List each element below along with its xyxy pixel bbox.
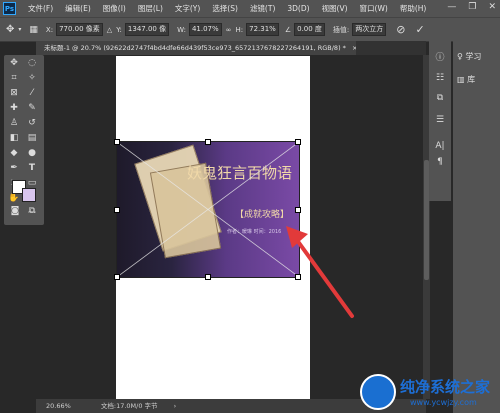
y-field[interactable]: 1347.00 像 — [124, 23, 170, 36]
annotation-arrow — [286, 226, 354, 318]
transform-handle[interactable] — [114, 207, 120, 213]
interpolation-select[interactable]: 两次立方 — [352, 23, 387, 36]
type-tool-icon[interactable]: T — [26, 162, 38, 174]
healing-brush-icon[interactable]: ✚ — [8, 102, 20, 114]
watermark-title: 纯净系统之家 — [400, 378, 491, 396]
paragraph-icon[interactable]: ¶ — [429, 155, 451, 169]
delta-icon[interactable]: △ — [107, 26, 112, 34]
minimize-icon[interactable]: — — [447, 2, 456, 12]
transform-handle[interactable] — [295, 207, 301, 213]
move-tool-icon[interactable]: ✥ — [8, 57, 20, 69]
menu-window[interactable]: 窗口(W) — [360, 3, 388, 14]
history-icon[interactable]: ☰ — [429, 113, 451, 127]
move-tool-icon[interactable]: ✥ — [6, 24, 14, 35]
document-tab-row: 未标题-1 @ 20.7% (92622d2747f4bd4dfe66d439f… — [36, 41, 426, 55]
learn-label: 学习 — [465, 52, 482, 61]
pen-tool-icon[interactable]: ✒ — [8, 162, 20, 174]
restore-icon[interactable]: ❐ — [468, 2, 476, 12]
menu-3d[interactable]: 3D(D) — [287, 4, 309, 13]
transform-handle[interactable] — [205, 274, 211, 280]
menu-bar: Ps 文件(F) 编辑(E) 图像(I) 图层(L) 文字(Y) 选择(S) 滤… — [0, 0, 500, 17]
menu-edit[interactable]: 编辑(E) — [65, 3, 91, 14]
lasso-tool-icon[interactable]: ◌ — [26, 57, 38, 69]
character-icon[interactable]: A| — [429, 139, 451, 153]
properties-icon[interactable]: ⧉ — [429, 91, 451, 105]
menu-select[interactable]: 选择(S) — [212, 3, 238, 14]
angle-field[interactable]: 0.00 度 — [294, 23, 325, 36]
menu-file[interactable]: 文件(F) — [28, 3, 53, 14]
chevron-down-icon[interactable]: ▾ — [18, 26, 21, 33]
watermark: 纯净系统之家 www.ycwjzy.com — [360, 372, 500, 413]
w-label: W: — [177, 25, 186, 34]
dodge-tool-icon[interactable]: ● — [26, 147, 38, 159]
y-label: Y: — [116, 25, 122, 34]
x-field[interactable]: 770.00 像素 — [56, 23, 103, 36]
lightbulb-icon: ♀ — [457, 52, 463, 61]
photoshop-logo-icon[interactable]: Ps — [3, 2, 16, 15]
stamp-tool-icon[interactable]: ♙ — [8, 117, 20, 129]
x-label: X: — [45, 25, 54, 34]
library-label: 库 — [467, 75, 476, 84]
link-icon[interactable]: ∞ — [226, 26, 232, 34]
eyedropper-icon[interactable]: ⁄ — [26, 87, 38, 99]
tab-close-icon[interactable]: × — [352, 44, 356, 52]
menu-layer[interactable]: 图层(L) — [138, 3, 163, 14]
library-panel-button[interactable]: ▥ 库 — [457, 74, 475, 85]
interpolation-label: 插值: — [332, 25, 350, 34]
transform-bounding-box[interactable] — [116, 141, 300, 278]
learn-library-panel: ♀ 学习 ▥ 库 — [453, 41, 500, 413]
transform-handle[interactable] — [114, 274, 120, 280]
document-size: 文档:17.0M/0 字节 — [100, 402, 158, 410]
h-label: H: — [235, 25, 244, 34]
screen-mode-icon[interactable]: ⧉ — [26, 205, 38, 217]
learn-panel-button[interactable]: ♀ 学习 — [457, 51, 481, 62]
h-field[interactable]: 72.31% — [246, 23, 279, 36]
reference-point-icon[interactable]: ▦ — [29, 25, 38, 35]
info-icon[interactable]: ⓘ — [429, 51, 451, 65]
blur-tool-icon[interactable]: ◆ — [8, 147, 20, 159]
panel-dock-icons: ⓘ ☷ ⧉ ☰ A| ¶ — [429, 41, 451, 201]
crop-tool-icon[interactable]: ⌗ — [8, 72, 20, 84]
library-icon: ▥ — [457, 75, 465, 84]
document-tab[interactable]: 未标题-1 @ 20.7% (92622d2747f4bd4dfe66d439f… — [36, 41, 356, 55]
menu-help[interactable]: 帮助(H) — [400, 3, 427, 14]
magic-wand-icon[interactable]: ✧ — [26, 72, 38, 84]
check-icon[interactable]: ✓ — [416, 23, 425, 36]
window-controls: — ❐ ✕ — [447, 2, 496, 12]
history-brush-icon[interactable]: ↺ — [26, 117, 38, 129]
frame-tool-icon[interactable]: ⊠ — [8, 87, 20, 99]
close-icon[interactable]: ✕ — [488, 2, 496, 12]
brush-tool-icon[interactable]: ✎ — [26, 102, 38, 114]
eraser-tool-icon[interactable]: ◧ — [8, 132, 20, 144]
background-color-swatch[interactable] — [22, 188, 36, 202]
quick-mask-icon[interactable]: ◙ — [9, 205, 21, 217]
watermark-url: www.ycwjzy.com — [410, 398, 477, 407]
zoom-level[interactable]: 20.66% — [46, 402, 71, 410]
menu-image[interactable]: 图像(I) — [103, 3, 126, 14]
options-bar: ✥ ▾ ▦ X: 770.00 像素 △ Y: 1347.00 像 W: 41.… — [0, 17, 500, 42]
menu-view[interactable]: 视图(V) — [322, 3, 348, 14]
transform-handle[interactable] — [295, 139, 301, 145]
w-field[interactable]: 41.07% — [188, 23, 222, 36]
adjustments-icon[interactable]: ☷ — [429, 71, 451, 85]
status-menu-arrow[interactable]: › — [174, 402, 177, 410]
document-tab-title: 未标题-1 @ 20.7% (92622d2747f4bd4dfe66d439f… — [44, 44, 346, 52]
transform-handle[interactable] — [205, 139, 211, 145]
cancel-icon[interactable]: ⊘ — [396, 23, 405, 36]
menu-type[interactable]: 文字(Y) — [175, 3, 200, 14]
menu-filter[interactable]: 滤镜(T) — [250, 3, 275, 14]
rotate-icon: ∠ — [284, 25, 292, 34]
gradient-tool-icon[interactable]: ▤ — [26, 132, 38, 144]
transform-handle[interactable] — [114, 139, 120, 145]
watermark-logo-icon — [360, 374, 396, 410]
